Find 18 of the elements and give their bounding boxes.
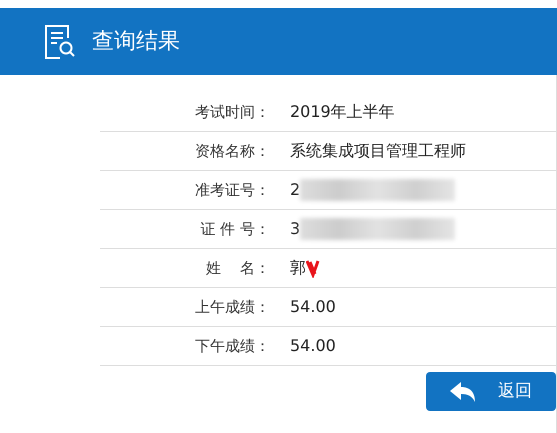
field-label: 考试时间： [194, 102, 271, 123]
field-label: 下午成绩： [194, 336, 271, 357]
field-label: 准考证号： [194, 180, 271, 201]
search-document-icon [44, 24, 76, 59]
field-value: 54.00 [290, 296, 336, 318]
field-label: 证 件 号： [199, 218, 271, 240]
field-label: 上午成绩： [194, 296, 271, 318]
field-label: 资格名称： [194, 140, 271, 162]
back-button[interactable]: 返回 [426, 372, 556, 411]
field-value: 2 [290, 179, 300, 201]
field-value: 3 [290, 218, 300, 240]
field-value: 郭 [290, 257, 306, 279]
page-title: 查询结果 [92, 28, 180, 56]
field-value: 2019年上半年 [290, 101, 395, 123]
field-label: 姓 名： [204, 258, 271, 279]
back-arrow-icon [450, 382, 476, 402]
field-value: 系统集成项目管理工程师 [290, 140, 466, 162]
field-value: 54.00 [290, 335, 336, 357]
